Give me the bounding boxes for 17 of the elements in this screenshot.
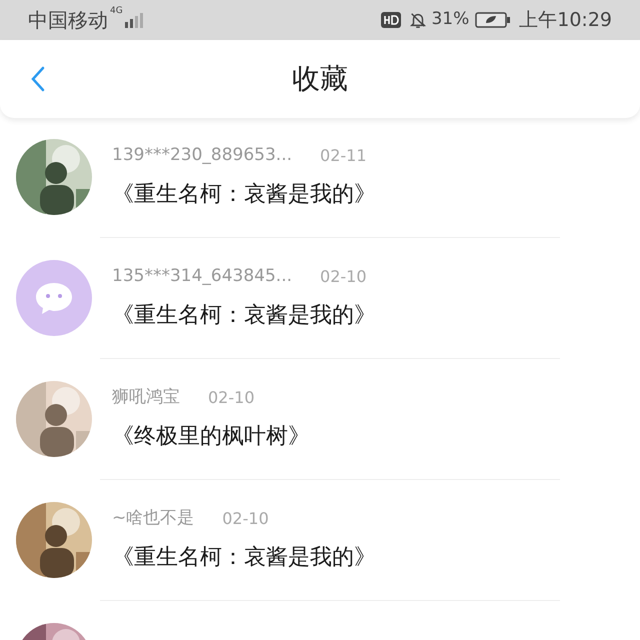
carrier-label: 中国移动 (28, 7, 108, 34)
user-name: 139***230_889653... (112, 144, 292, 167)
date-label: 02-11 (320, 144, 367, 166)
clock: 上午10:29 (519, 8, 612, 33)
book-title[interactable]: 《重生名柯：哀酱是我的》 (112, 178, 376, 212)
book-title[interactable]: 《终极里的枫叶树》 (112, 420, 310, 454)
user-name: 狮吼鸿宝 (112, 386, 180, 409)
user-name: 135***314_643845... (112, 264, 292, 288)
date-label: 02-10 (320, 266, 367, 288)
page-title: 收藏 (292, 61, 348, 97)
date-label: 02-10 (222, 508, 269, 530)
book-title[interactable]: 《重生名柯：哀酱是我的》 (112, 299, 376, 332)
book-title[interactable]: 《重生名柯：哀酱是我的》 (112, 541, 376, 574)
user-name: ~啥也不是 (112, 506, 194, 530)
date-label: 02-10 (208, 386, 254, 408)
network-label: 4G (110, 5, 123, 18)
battery-percent: 31% (431, 8, 470, 32)
